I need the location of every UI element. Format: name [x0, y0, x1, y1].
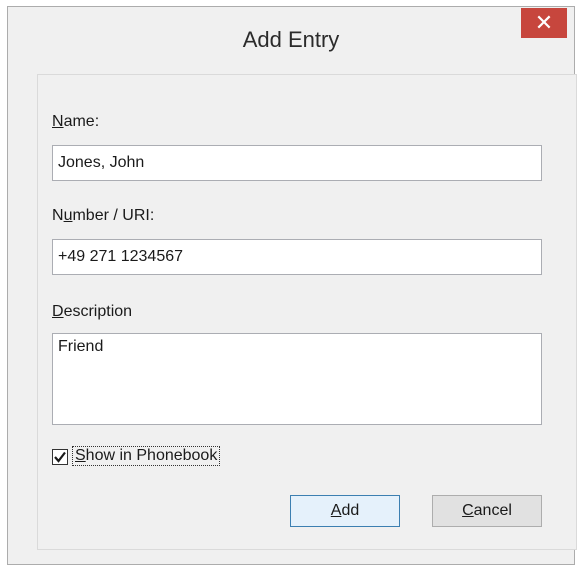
- form-panel: Name: Jones, John Number / URI: +49 271 …: [37, 74, 577, 550]
- name-field[interactable]: Jones, John: [52, 145, 542, 181]
- name-label: Name:: [52, 113, 100, 130]
- add-button[interactable]: Add: [290, 495, 400, 527]
- number-field[interactable]: +49 271 1234567: [52, 239, 542, 275]
- add-entry-dialog: Add Entry ✕ Name: Jones, John Number / U…: [7, 6, 577, 565]
- description-label: Description: [52, 303, 133, 320]
- close-button[interactable]: ✕: [521, 8, 567, 38]
- title-bar: Add Entry ✕: [8, 7, 574, 73]
- description-field[interactable]: Friend: [52, 333, 542, 425]
- close-icon: ✕: [534, 10, 554, 35]
- show-in-phonebook-label[interactable]: Show in Phonebook: [72, 446, 221, 466]
- cancel-button[interactable]: Cancel: [432, 495, 542, 527]
- number-label: Number / URI:: [52, 207, 155, 224]
- checkmark-icon: [54, 451, 66, 463]
- show-in-phonebook-checkbox[interactable]: [52, 449, 68, 465]
- dialog-title: Add Entry: [242, 27, 340, 52]
